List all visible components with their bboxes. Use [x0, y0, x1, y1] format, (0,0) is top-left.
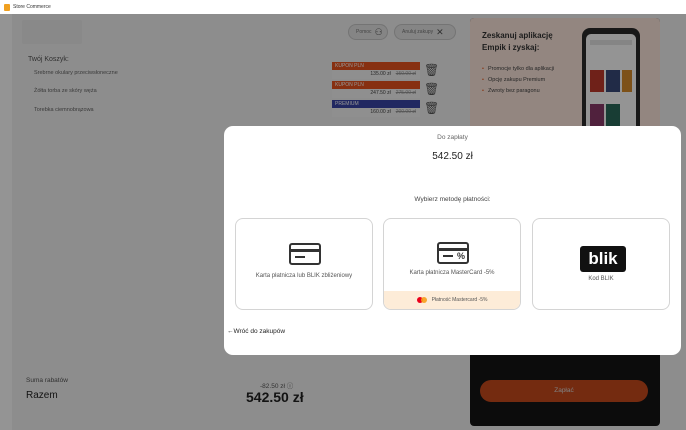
credit-card-icon [289, 243, 321, 265]
method-label: Karta płatnicza MasterCard -5% [409, 270, 495, 276]
blik-logo: blik [580, 246, 626, 272]
card-discount-icon: % [437, 242, 469, 264]
payment-modal: Do zapłaty 542.50 zł Wybierz metodę płat… [224, 126, 681, 355]
back-to-shopping-link[interactable]: ←Wróć do zakupów [227, 328, 285, 335]
method-label: Kod BLIK [588, 276, 614, 282]
store-icon [4, 3, 10, 11]
amount-due-label: Do zapłaty [437, 134, 468, 141]
amount-due-value: 542.50 zł [432, 151, 473, 162]
payment-method-title: Wybierz metodę płatności: [414, 196, 491, 203]
window-title: Store Commerce [13, 4, 51, 10]
method-label: Karta płatnicza lub BLIK zbliżeniowy [255, 273, 353, 279]
payment-method-blik-code[interactable]: blik Kod BLIK [532, 218, 670, 310]
payment-method-card-contactless[interactable]: Karta płatnicza lub BLIK zbliżeniowy [235, 218, 373, 310]
mastercard-promo-text: Płatność Mastercard -5% [431, 297, 488, 303]
window-titlebar-overlay: Store Commerce [0, 0, 686, 14]
payment-method-card-mastercard[interactable]: % Karta płatnicza MasterCard -5% Płatnoś… [383, 218, 521, 310]
mastercard-promo-strip: Płatność Mastercard -5% [384, 291, 520, 309]
mastercard-logo-icon [416, 297, 427, 303]
